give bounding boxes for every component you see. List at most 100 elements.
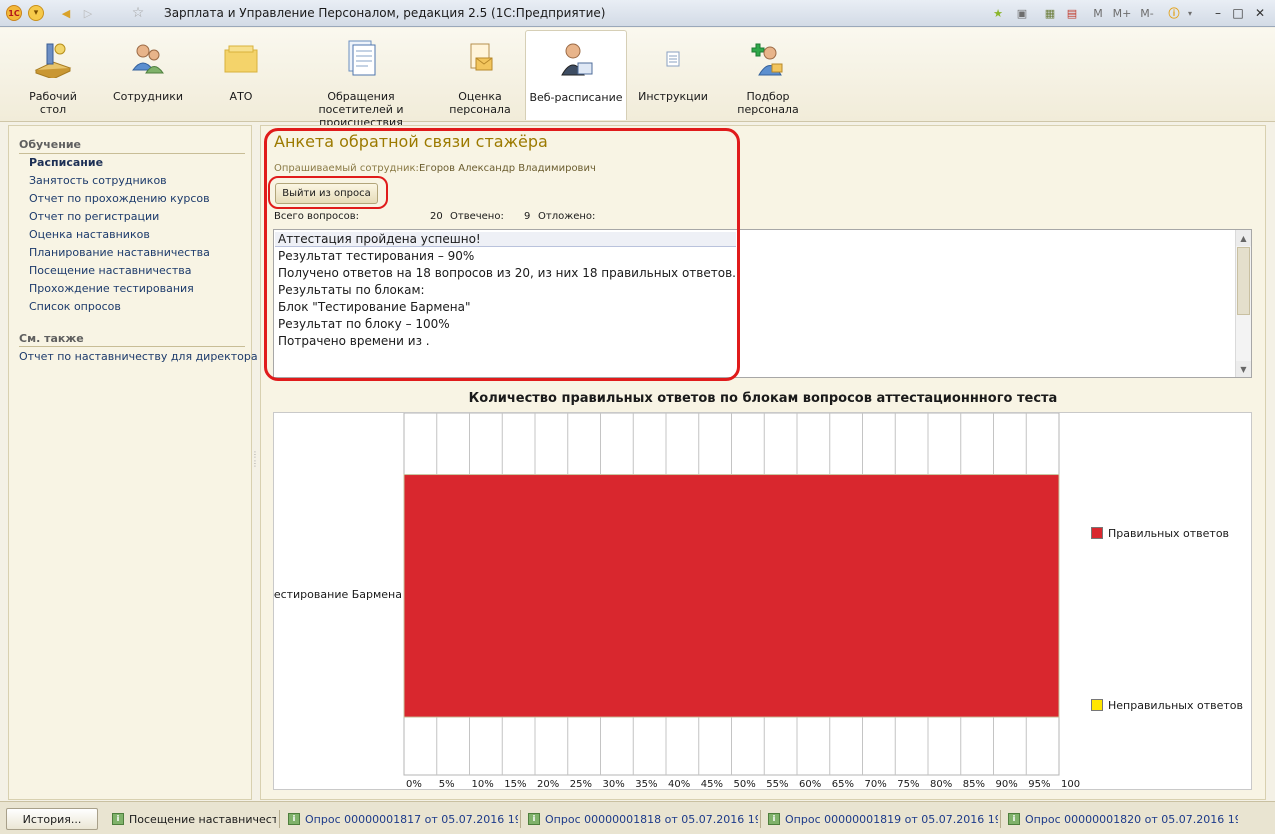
employees-icon [132, 44, 164, 74]
window-title: Зарплата и Управление Персоналом, редакц… [164, 6, 606, 20]
x-tick-label: 65% [832, 779, 854, 790]
section-ato-label: АТО [229, 90, 253, 103]
x-tick-label: 35% [635, 779, 657, 790]
section-web-schedule-label: Веб-расписание [529, 91, 623, 104]
see-also-title: См. также [19, 332, 84, 345]
see-also-divider [19, 346, 245, 347]
vertical-scrollbar[interactable]: ▲ ▼ [1235, 230, 1251, 377]
calendar-icon[interactable]: ▤ [1064, 5, 1080, 21]
sections-panel: Рабочий стол Сотрудники АТО Обращения по… [0, 28, 1275, 129]
task-item-label: Опрос 00000001819 от 05.07.2016 19:... [785, 812, 998, 826]
instructions-icon [666, 51, 680, 67]
x-tick-label: 95% [1028, 779, 1050, 790]
recruitment-icon [751, 43, 783, 76]
memory-m-button[interactable]: М [1092, 5, 1104, 21]
category-label: Тестирование Бармена [274, 588, 402, 601]
task-item-survey-1817[interactable]: i Опрос 00000001817 от 05.07.2016 19:... [288, 808, 518, 830]
add-favorite-icon[interactable]: ★ [990, 5, 1006, 21]
x-tick-label: 5% [439, 779, 455, 790]
x-tick-label: 85% [963, 779, 985, 790]
favorites-star-icon[interactable]: ☆ [130, 5, 146, 21]
nav-item-mentoring-planning[interactable]: Планирование наставничества [29, 246, 210, 259]
scroll-down-icon[interactable]: ▼ [1236, 361, 1251, 377]
maximize-icon[interactable]: □ [1229, 4, 1247, 21]
minimize-icon[interactable]: – [1209, 4, 1227, 21]
info-document-icon: i [768, 813, 780, 825]
section-staff-evaluation[interactable]: Оценка персонала [446, 30, 514, 120]
x-tick-label: 40% [668, 779, 690, 790]
task-item-label: Опрос 00000001818 от 05.07.2016 19:... [545, 812, 758, 826]
panel-splitter[interactable]: ⋮ ⋮ [251, 450, 259, 468]
chart-title: Количество правильных ответов по блокам … [468, 391, 1058, 406]
close-icon[interactable]: ✕ [1251, 4, 1269, 21]
see-also-item-director-report[interactable]: Отчет по наставничеству для директора [19, 350, 258, 363]
history-icon[interactable]: ▣ [1014, 5, 1030, 21]
nav-item-employee-occupancy[interactable]: Занятость сотрудников [29, 174, 167, 187]
nav-item-survey-list[interactable]: Список опросов [29, 300, 121, 313]
section-recruitment[interactable]: Подбор персонала [730, 30, 806, 120]
task-item-label: Опрос 00000001820 от 05.07.2016 19:... [1025, 812, 1238, 826]
section-instructions[interactable]: Инструкции [638, 30, 708, 120]
nav-group-title: Обучение [19, 138, 81, 151]
section-web-schedule[interactable]: Веб-расписание [525, 30, 627, 120]
info-dropdown-icon[interactable]: ▾ [1185, 5, 1195, 21]
memory-plus-button[interactable]: М+ [1112, 5, 1132, 21]
x-tick-label: 80% [930, 779, 952, 790]
section-desktop-label: Рабочий стол [29, 90, 77, 116]
documents-icon [348, 40, 376, 76]
x-tick-label: 30% [603, 779, 625, 790]
main-menu-icon[interactable]: ▾ [28, 5, 44, 21]
forward-arrow-icon[interactable]: ▷ [80, 5, 96, 21]
task-item-label: Опрос 00000001817 от 05.07.2016 19:... [305, 812, 518, 826]
scroll-up-icon[interactable]: ▲ [1236, 230, 1251, 246]
info-icon[interactable]: ⓘ [1166, 5, 1182, 21]
section-recruitment-label: Подбор персонала [737, 90, 799, 116]
history-button[interactable]: История... [6, 808, 98, 830]
legend-incorrect-label: Неправильных ответов [1108, 699, 1243, 712]
back-arrow-icon[interactable]: ◀ [58, 5, 74, 21]
info-document-icon: i [112, 813, 124, 825]
task-separator [520, 810, 521, 828]
x-tick-label: 20% [537, 779, 559, 790]
task-separator [1000, 810, 1001, 828]
calculator-icon[interactable]: ▦ [1042, 5, 1058, 21]
scroll-thumb[interactable] [1237, 247, 1250, 315]
ato-icon [224, 45, 258, 73]
x-tick-label: 10% [472, 779, 494, 790]
x-tick-label: 70% [865, 779, 887, 790]
task-item-survey-1819[interactable]: i Опрос 00000001819 от 05.07.2016 19:... [768, 808, 998, 830]
task-item-survey-1820[interactable]: i Опрос 00000001820 от 05.07.2016 19:... [1008, 808, 1238, 830]
section-employees-label: Сотрудники [112, 90, 184, 103]
web-schedule-icon [561, 43, 593, 76]
nav-item-testing[interactable]: Прохождение тестирования [29, 282, 194, 295]
app-logo-icon[interactable]: 1С [6, 5, 22, 21]
section-employees[interactable]: Сотрудники [112, 30, 184, 120]
title-bar: 1С ▾ ◀ ▷ ☆ Зарплата и Управление Персона… [0, 0, 1275, 27]
x-tick-label: 100 [1061, 779, 1080, 790]
nav-item-schedule[interactable]: Расписание [29, 156, 103, 169]
info-document-icon: i [528, 813, 540, 825]
section-visitor-requests[interactable]: Обращения посетителей и происшествия [290, 30, 432, 129]
task-item-survey-1818[interactable]: i Опрос 00000001818 от 05.07.2016 19:... [528, 808, 758, 830]
legend-incorrect: Неправильных ответов [1091, 699, 1243, 712]
nav-item-mentor-evaluation[interactable]: Оценка наставников [29, 228, 150, 241]
section-staff-evaluation-label: Оценка персонала [449, 90, 511, 116]
nav-item-course-report[interactable]: Отчет по прохождению курсов [29, 192, 210, 205]
section-visitor-requests-label: Обращения посетителей и происшествия [318, 90, 404, 129]
nav-item-registration-report[interactable]: Отчет по регистрации [29, 210, 159, 223]
highlight-annotation [264, 128, 740, 381]
section-ato[interactable]: АТО [208, 30, 274, 120]
legend-correct-swatch [1091, 527, 1103, 539]
section-desktop[interactable]: Рабочий стол [18, 30, 88, 120]
task-separator [279, 810, 280, 828]
section-instructions-label: Инструкции [638, 90, 708, 103]
exit-button-annotation [268, 176, 388, 209]
task-item-mentoring-visits[interactable]: i Посещение наставничества [112, 808, 276, 830]
nav-item-mentoring-visits[interactable]: Посещение наставничества [29, 264, 191, 277]
memory-minus-button[interactable]: М- [1138, 5, 1156, 21]
x-tick-label: 60% [799, 779, 821, 790]
info-document-icon: i [1008, 813, 1020, 825]
x-tick-label: 90% [996, 779, 1018, 790]
legend-correct-label: Правильных ответов [1108, 527, 1230, 540]
x-tick-label: 45% [701, 779, 723, 790]
